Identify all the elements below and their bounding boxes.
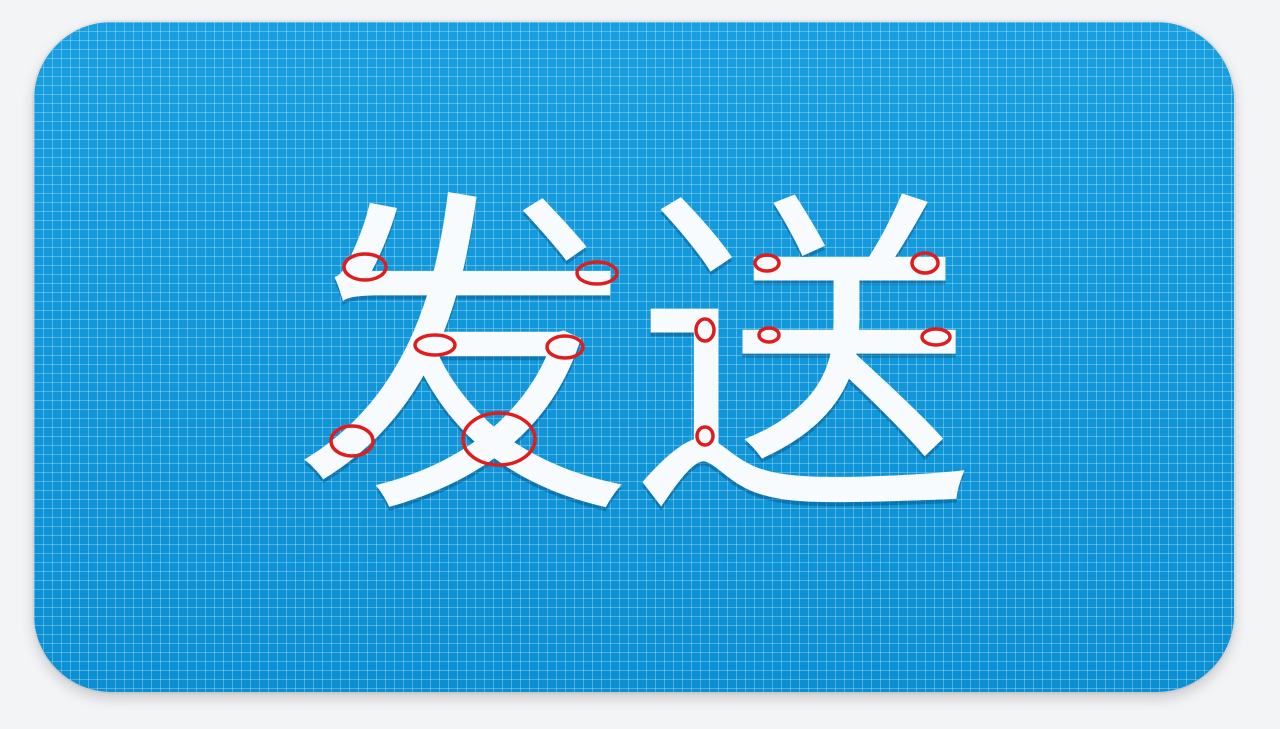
send-button[interactable]: 发送 (34, 22, 1234, 692)
send-button-label: 发送 (294, 164, 974, 560)
stage: 发送 (0, 0, 1280, 729)
